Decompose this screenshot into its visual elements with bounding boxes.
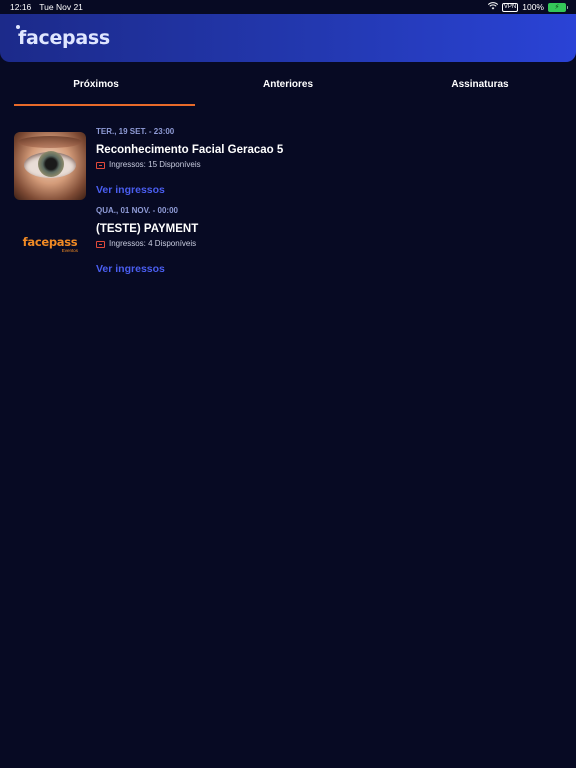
tab-proximos[interactable]: Próximos bbox=[0, 62, 195, 106]
active-tab-indicator bbox=[14, 104, 195, 106]
tab-label: Assinaturas bbox=[451, 78, 509, 90]
event-item: facepass Eventos QUA., 01 NOV. - 00:00 (… bbox=[14, 205, 562, 279]
event-thumbnail-logo[interactable]: facepass Eventos bbox=[14, 211, 86, 279]
iris-shape bbox=[38, 151, 64, 177]
event-title[interactable]: Reconhecimento Facial Geracao 5 bbox=[96, 143, 283, 157]
event-title[interactable]: (TESTE) PAYMENT bbox=[96, 222, 198, 236]
event-info: TER., 19 SET. - 23:00 Reconhecimento Fac… bbox=[96, 126, 283, 198]
status-time: 12:16 bbox=[10, 2, 32, 12]
logo-text: facepass bbox=[18, 27, 110, 49]
tab-assinaturas[interactable]: Assinaturas bbox=[384, 62, 576, 106]
vpn-badge: VPN bbox=[501, 2, 519, 12]
event-tickets: Ingressos: 4 Disponíveis bbox=[96, 239, 198, 249]
tickets-available: Ingressos: 4 Disponíveis bbox=[109, 239, 197, 248]
wifi-icon bbox=[487, 2, 498, 12]
ticket-icon bbox=[96, 161, 105, 169]
ver-ingressos-link[interactable]: Ver ingressos bbox=[96, 262, 165, 276]
app-header: facepass bbox=[0, 14, 576, 62]
tickets-available: Ingressos: 15 Disponíveis bbox=[109, 160, 201, 169]
facepass-mini-sub: Eventos bbox=[61, 248, 78, 253]
ver-ingressos-link[interactable]: Ver ingressos bbox=[96, 183, 165, 197]
tab-bar: Próximos Anteriores Assinaturas bbox=[0, 62, 576, 106]
tab-label: Próximos bbox=[73, 78, 119, 90]
battery-icon: ⚡ bbox=[548, 2, 568, 12]
tab-anteriores[interactable]: Anteriores bbox=[192, 62, 384, 106]
brow-shape bbox=[18, 136, 82, 148]
logo-mark-icon bbox=[16, 25, 20, 29]
facepass-logo: facepass bbox=[16, 25, 110, 49]
event-date: QUA., 01 NOV. - 00:00 bbox=[96, 206, 178, 215]
tab-label: Anteriores bbox=[262, 78, 313, 90]
ticket-icon bbox=[96, 240, 105, 248]
facepass-mini-logo: facepass bbox=[22, 235, 78, 249]
event-info: QUA., 01 NOV. - 00:00 (TESTE) PAYMENT In… bbox=[96, 205, 198, 277]
event-tickets: Ingressos: 15 Disponíveis bbox=[96, 160, 283, 170]
event-item: TER., 19 SET. - 23:00 Reconhecimento Fac… bbox=[14, 126, 562, 200]
battery-percent: 100% bbox=[522, 2, 544, 12]
status-bar: 12:16 Tue Nov 21 VPN 100% ⚡ bbox=[0, 0, 576, 14]
status-date: Tue Nov 21 bbox=[39, 2, 83, 12]
event-thumbnail-eye[interactable] bbox=[14, 132, 86, 200]
event-date: TER., 19 SET. - 23:00 bbox=[96, 127, 175, 136]
